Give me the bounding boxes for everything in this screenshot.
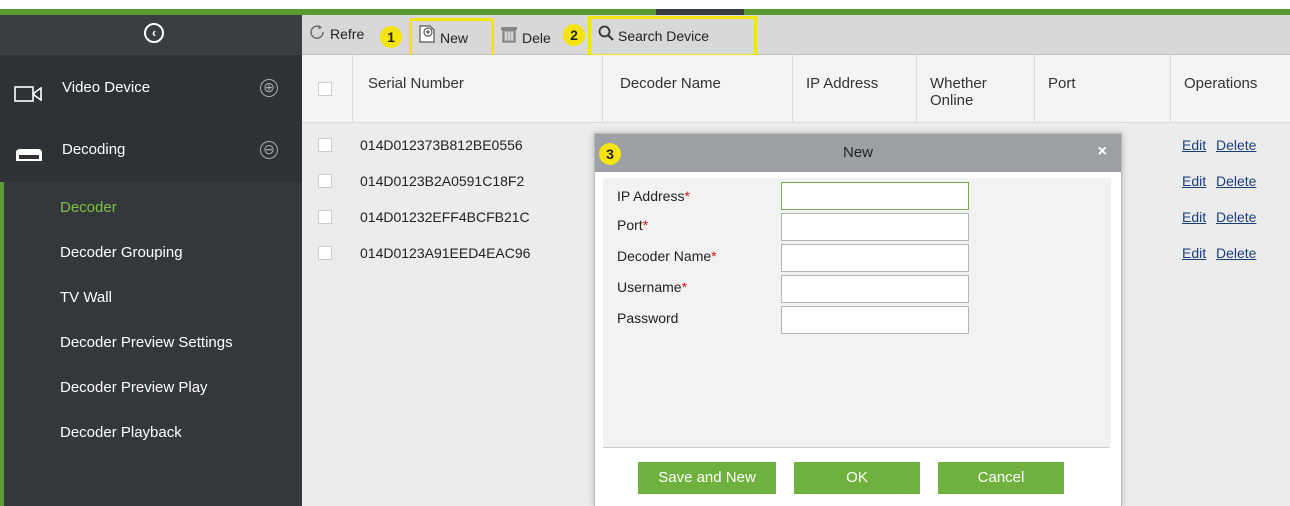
camera-icon — [14, 85, 44, 106]
decoder-name-label: Decoder Name* — [617, 248, 717, 264]
required-mark: * — [684, 188, 690, 204]
serial-number-cell: 014D0123A91EED4EAC96 — [360, 245, 531, 261]
required-mark: * — [642, 217, 649, 233]
username-input[interactable] — [781, 275, 969, 303]
sidebar-collapse-bar[interactable]: ‹ — [0, 15, 302, 55]
callout-badge-1: 1 — [380, 26, 402, 48]
column-divider — [792, 55, 793, 123]
close-icon[interactable]: × — [1098, 143, 1107, 161]
save-and-new-button[interactable]: Save and New — [638, 462, 776, 494]
column-divider — [916, 55, 917, 123]
decoder-name-input[interactable] — [781, 244, 969, 272]
serial-number-cell: 014D0123B2A0591C18F2 — [360, 173, 525, 189]
column-header-operations: Operations — [1184, 75, 1258, 92]
new-decoder-dialog: New × 3 IP Address* Port* Decoder Name* … — [594, 133, 1122, 506]
required-mark: * — [711, 248, 717, 264]
edit-link[interactable]: Edit — [1182, 173, 1206, 189]
column-header-serial-number[interactable]: Serial Number — [368, 75, 464, 92]
chevron-left-circle-icon[interactable]: ‹ — [144, 23, 164, 43]
serial-number-cell: 014D01232EFF4BCFB21C — [360, 209, 530, 225]
table-header: Serial Number Decoder Name IP Address Wh… — [302, 55, 1290, 123]
edit-link[interactable]: Edit — [1182, 245, 1206, 261]
dialog-footer: Save and New OK Cancel — [595, 448, 1121, 506]
column-divider — [1170, 55, 1171, 123]
sidebar-group-label: Video Device — [62, 79, 151, 96]
delete-button[interactable]: Dele — [500, 25, 551, 46]
edit-link[interactable]: Edit — [1182, 137, 1206, 153]
dialog-title-bar[interactable]: New × — [595, 134, 1121, 172]
refresh-button[interactable]: Refre — [310, 25, 364, 42]
callout-box-search — [588, 16, 757, 57]
sidebar-group-label: Decoding — [62, 141, 126, 158]
column-divider — [602, 55, 603, 123]
column-header-port[interactable]: Port — [1048, 75, 1076, 92]
sidebar-item-tv-wall[interactable]: TV Wall — [60, 289, 112, 306]
sidebar: ‹ Video Device ⊕ Decoding ⊖ Decoder Deco… — [0, 15, 302, 506]
delete-link[interactable]: Delete — [1216, 173, 1256, 189]
delete-label: Dele — [522, 30, 551, 46]
collapse-minus-icon[interactable]: ⊖ — [260, 141, 278, 159]
ok-button[interactable]: OK — [794, 462, 920, 494]
edit-link[interactable]: Edit — [1182, 209, 1206, 225]
select-all-checkbox[interactable] — [318, 82, 332, 96]
column-header-whether-online[interactable]: Whether Online — [930, 75, 1020, 109]
cancel-button[interactable]: Cancel — [938, 462, 1064, 494]
sidebar-group-decoding[interactable]: Decoding ⊖ — [0, 127, 302, 175]
delete-link[interactable]: Delete — [1216, 209, 1256, 225]
delete-link[interactable]: Delete — [1216, 137, 1256, 153]
row-checkbox[interactable] — [318, 246, 332, 260]
ip-address-label: IP Address* — [617, 188, 690, 204]
sidebar-group-video-device[interactable]: Video Device ⊕ — [0, 65, 302, 113]
column-divider — [1034, 55, 1035, 123]
decoder-device-icon — [14, 147, 44, 166]
username-label: Username* — [617, 279, 688, 295]
dialog-form: IP Address* Port* Decoder Name* Username… — [603, 178, 1111, 448]
sidebar-item-decoder[interactable]: Decoder — [60, 199, 117, 216]
required-mark: * — [681, 279, 688, 295]
column-header-ip-address[interactable]: IP Address — [806, 75, 878, 92]
row-checkbox[interactable] — [318, 138, 332, 152]
sidebar-item-decoder-preview-settings[interactable]: Decoder Preview Settings — [60, 334, 233, 351]
column-header-decoder-name[interactable]: Decoder Name — [620, 75, 721, 92]
delete-link[interactable]: Delete — [1216, 245, 1256, 261]
password-label: Password — [617, 310, 679, 326]
serial-number-cell: 014D012373B812BE0556 — [360, 137, 523, 153]
sidebar-item-decoder-playback[interactable]: Decoder Playback — [60, 424, 182, 441]
callout-badge-2: 2 — [563, 24, 585, 46]
row-checkbox[interactable] — [318, 174, 332, 188]
callout-badge-3: 3 — [599, 143, 621, 165]
delete-trash-icon — [500, 25, 518, 46]
dialog-title: New — [842, 144, 873, 161]
sidebar-item-decoder-preview-play[interactable]: Decoder Preview Play — [60, 379, 208, 396]
top-accent-bar — [0, 0, 1290, 15]
sidebar-item-decoder-grouping[interactable]: Decoder Grouping — [60, 244, 183, 261]
refresh-icon — [310, 25, 326, 42]
port-label: Port* — [617, 217, 649, 233]
port-input[interactable] — [781, 213, 969, 241]
ip-address-input[interactable] — [781, 182, 969, 210]
expand-plus-icon[interactable]: ⊕ — [260, 79, 278, 97]
decoding-submenu: Decoder Decoder Grouping TV Wall Decoder… — [0, 182, 302, 506]
row-checkbox[interactable] — [318, 210, 332, 224]
password-input[interactable] — [781, 306, 969, 334]
column-divider — [352, 55, 353, 123]
refresh-label: Refre — [330, 26, 365, 42]
